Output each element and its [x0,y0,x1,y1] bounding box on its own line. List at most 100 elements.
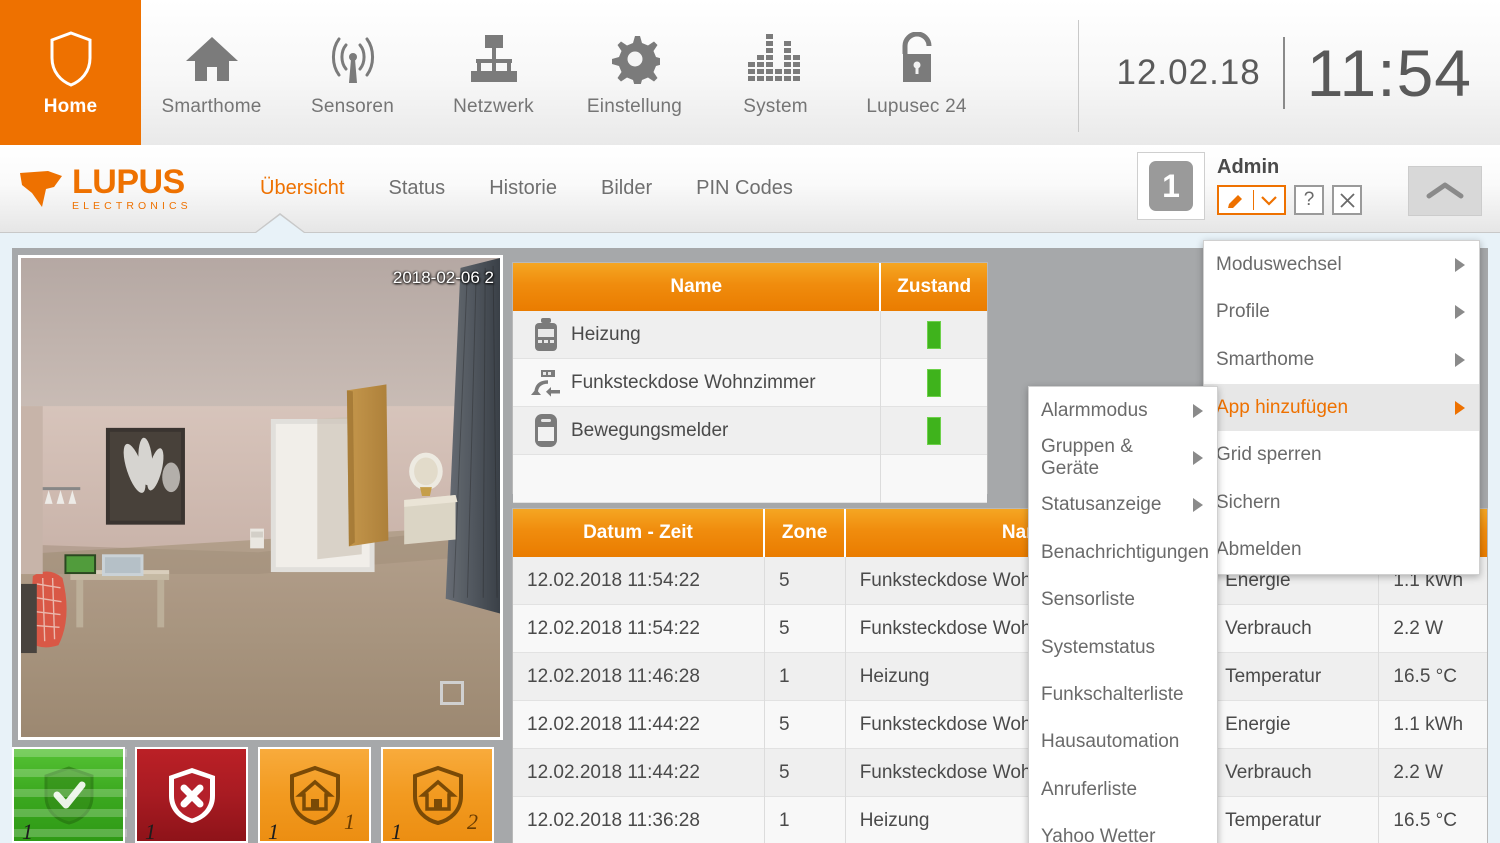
device-table-row[interactable]: Funksteckdose Wohnzimmer [513,358,987,407]
nav-item-label: Sensoren [311,95,394,117]
tab-bilder[interactable]: Bilder [579,177,674,200]
menu-item-sichern[interactable]: Sichern [1204,479,1479,527]
shield-icon [49,28,93,90]
nav-item-smarthome[interactable]: Smarthome [141,0,282,145]
menu-item-label: Statusanzeige [1041,494,1162,516]
record-stop-icon[interactable] [440,681,464,705]
log-cell-zone: 5 [778,617,790,639]
user-buttons: ? [1217,185,1362,215]
device-status-table: Name Zustand Heizung Funksteckdose Wohnz… [512,262,988,503]
user-context-menu: Moduswechsel Profile Smarthome App hinzufüg… [1203,240,1480,576]
menu-item-abmelden[interactable]: Abmelden [1204,527,1479,575]
user-name-label: Admin [1217,156,1280,178]
nav-item-system[interactable]: System [705,0,846,145]
nav-item-lupusec-24[interactable]: Lupusec 24 [846,0,987,145]
chevron-right-icon [1193,403,1203,418]
menu-item-funkschalterliste[interactable]: Funkschalterliste [1029,671,1217,718]
menu-item-label: Gruppen & Geräte [1041,436,1133,480]
logo-main-text: LUPUS [72,163,185,202]
mode-number: 1 [145,819,156,843]
help-button[interactable]: ? [1294,185,1324,215]
equalizer-icon [747,28,804,90]
alarm-mode-button-home2[interactable]: 12 [381,747,494,843]
log-table-row[interactable]: 12.02.2018 11:44:22 5 Funksteckdose Wohn… [513,700,1487,749]
device-table-row[interactable]: Bewegungsmelder [513,406,987,455]
chevron-down-icon[interactable] [1254,195,1284,206]
tab-historie[interactable]: Historie [467,177,579,200]
camera-live-view[interactable]: 2018-02-06 2 [18,255,503,740]
device-state-cell [881,311,987,359]
log-cell-zone: 5 [778,761,790,783]
tab-status[interactable]: Status [366,177,467,200]
close-icon [1339,192,1355,208]
menu-item-grid-sperren[interactable]: Grid sperren [1204,431,1479,479]
log-cell-typ: Verbrauch [1225,617,1312,639]
log-cell-datum: 12.02.2018 11:46:28 [527,665,700,687]
menu-item-systemstatus[interactable]: Systemstatus [1029,624,1217,671]
menu-item-alarmmodus[interactable]: Alarmmodus [1029,387,1217,434]
menu-item-label: Abmelden [1216,539,1302,561]
camera-timestamp: 2018-02-06 2 [392,268,494,287]
menu-item-benachrichtigungen[interactable]: Benachrichtigungen [1029,529,1217,576]
shield-home-icon [411,765,465,825]
log-cell-zone: 1 [778,665,790,687]
menu-item-smarthome[interactable]: Smarthome [1204,336,1479,384]
menu-item-profile[interactable]: Profile [1204,289,1479,337]
nav-item-home[interactable]: Home [0,0,141,145]
collapse-panel-button[interactable] [1408,166,1482,216]
nav-item-sensoren[interactable]: Sensoren [282,0,423,145]
lock-icon [895,28,939,90]
nav-item-einstellung[interactable]: Einstellung [564,0,705,145]
log-table-row[interactable]: 12.02.2018 11:54:22 5 Funksteckdose Wohn… [513,604,1487,653]
alarm-mode-button-home1[interactable]: 11 [258,747,371,843]
power-socket-icon [527,368,565,398]
chevron-right-icon [1455,257,1465,272]
menu-item-yahoo-wetter[interactable]: Yahoo Wetter [1029,814,1217,843]
top-nav-items: Home Smarthome Sensoren Netzwerk Einstellu… [0,0,987,145]
menu-item-gruppen-geräte[interactable]: Gruppen & Geräte [1029,434,1217,481]
device-name-cell: Heizung [513,311,880,359]
log-table-row[interactable]: 12.02.2018 11:46:28 1 Heizung Temperatur… [513,652,1487,701]
log-cell-typ: Energie [1225,713,1291,735]
panel-left-margin [0,234,12,843]
lupus-logo[interactable]: LUPUS ELECTRONICS [18,165,218,212]
menu-item-anruferliste[interactable]: Anruferliste [1029,766,1217,813]
menu-item-statusanzeige[interactable]: Statusanzeige [1029,482,1217,529]
log-cell-wert: 2.2 W [1393,617,1444,639]
device-table-header-state: Zustand [897,276,972,297]
log-table-row[interactable]: 12.02.2018 11:36:28 1 Heizung Temperatur… [513,796,1487,843]
device-name-cell: Bewegungsmelder [513,407,880,455]
menu-item-label: Sichern [1216,491,1281,513]
log-table-row[interactable]: 12.02.2018 11:44:22 5 Funksteckdose Wohn… [513,748,1487,797]
log-cell-typ: Temperatur [1225,665,1322,687]
alarm-mode-button-arm[interactable]: 1 [135,747,248,843]
device-name-text: Funksteckdose Wohnzimmer [571,371,816,393]
wolf-head-icon [20,170,62,207]
alarm-mode-button-disarm[interactable]: 1 [12,747,127,843]
clock-widget: 12.02.18 11:54 [1116,0,1472,145]
close-button[interactable] [1332,185,1362,215]
menu-item-label: Moduswechsel [1216,253,1342,275]
menu-item-sensorliste[interactable]: Sensorliste [1029,577,1217,624]
alarm-mode-buttons: 1 1 11 12 [12,747,494,843]
panel-right-margin [1488,234,1500,843]
tab--bersicht[interactable]: Übersicht [238,177,366,200]
nav-item-label: Netzwerk [453,95,534,117]
device-table-empty-row [513,454,987,503]
menu-item-label: Yahoo Wetter [1041,826,1156,843]
device-table-row[interactable]: Heizung [513,310,987,359]
motion-sensor-icon [527,413,565,448]
profile-badge[interactable]: 1 [1137,152,1205,220]
mode-number: 1 [391,819,402,843]
tab-pin-codes[interactable]: PIN Codes [674,177,815,200]
menu-item-hausautomation[interactable]: Hausautomation [1029,719,1217,766]
edit-profile-button[interactable] [1217,185,1286,215]
nav-divider [1078,20,1079,132]
log-cell-typ: Verbrauch [1225,761,1312,783]
menu-item-app-hinzufügen[interactable]: App hinzufügen [1204,383,1479,432]
smarthome-submenu: Alarmmodus Gruppen & Geräte Statusanzeige B… [1028,386,1218,843]
menu-item-moduswechsel[interactable]: Moduswechsel [1204,241,1479,289]
profile-number: 1 [1149,161,1193,211]
status-badge [927,416,942,445]
nav-item-netzwerk[interactable]: Netzwerk [423,0,564,145]
